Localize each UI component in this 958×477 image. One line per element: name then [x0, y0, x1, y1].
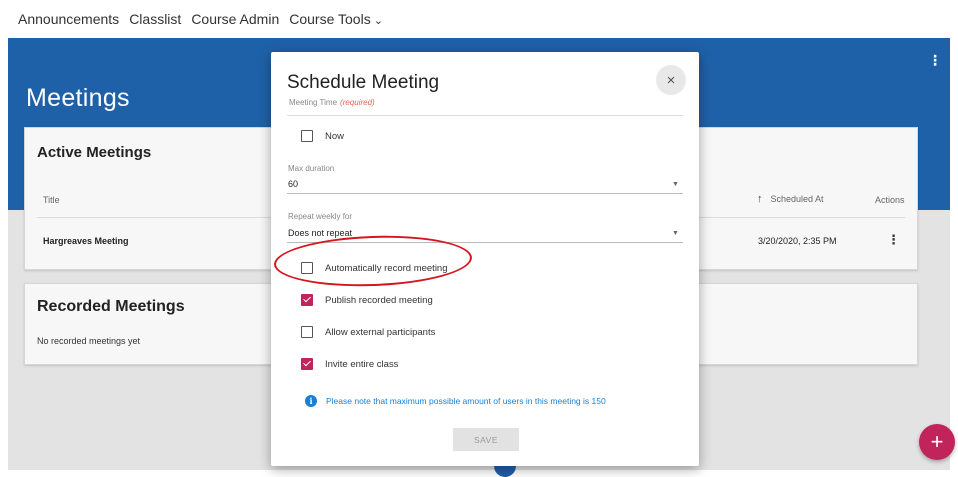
external-participants-label: Allow external participants	[325, 326, 436, 338]
max-duration-label: Max duration	[288, 164, 335, 173]
top-nav: Announcements Classlist Course Admin Cou…	[0, 0, 958, 38]
caret-down-icon[interactable]: ▼	[672, 230, 679, 237]
meeting-time-text: Meeting Time	[289, 98, 338, 107]
active-meetings-title: Active Meetings	[37, 144, 152, 161]
add-meeting-button[interactable]: +	[919, 424, 955, 460]
caret-down-icon[interactable]: ▼	[672, 181, 679, 188]
invite-class-checkbox[interactable]	[301, 358, 313, 370]
info-icon: i	[305, 395, 317, 407]
external-participants-checkbox[interactable]	[301, 326, 313, 338]
now-label: Now	[325, 130, 345, 142]
publish-recorded-checkbox[interactable]	[301, 294, 313, 306]
meeting-time-label: Meeting Time (required)	[289, 98, 375, 107]
repeat-label: Repeat weekly for	[288, 212, 353, 221]
info-note: i Please note that maximum possible amou…	[305, 395, 606, 407]
add-icon: +	[930, 429, 944, 454]
max-duration-underline	[287, 193, 683, 194]
meeting-row-scheduled-at: 3/20/2020, 2:35 PM	[758, 236, 837, 246]
now-option[interactable]: Now	[301, 130, 344, 142]
nav-item-course-tools-label: Course Tools	[289, 11, 371, 27]
invite-class-label: Invite entire class	[325, 358, 399, 370]
arrow-up-icon: ↑	[757, 193, 763, 205]
more-vert-icon[interactable]: ⋮	[887, 232, 900, 248]
nav-item-classlist[interactable]: Classlist	[129, 11, 181, 27]
now-checkbox[interactable]	[301, 130, 313, 142]
close-button[interactable]: ×	[656, 65, 686, 95]
nav-item-announcements[interactable]: Announcements	[18, 11, 119, 27]
column-header-scheduled-at[interactable]: ↑ Scheduled At	[757, 193, 824, 205]
more-vert-icon[interactable]: ⋮	[928, 52, 942, 69]
recorded-meetings-title: Recorded Meetings	[37, 298, 185, 315]
required-indicator: (required)	[340, 98, 375, 107]
max-duration-select[interactable]: 60	[288, 179, 298, 189]
page-title: Meetings	[26, 84, 130, 112]
invite-class-option[interactable]: Invite entire class	[301, 358, 398, 370]
divider	[287, 115, 683, 116]
nav-item-course-admin[interactable]: Course Admin	[191, 11, 279, 27]
repeat-select[interactable]: Does not repeat	[288, 228, 352, 238]
close-icon: ×	[666, 71, 676, 89]
dialog-title: Schedule Meeting	[287, 72, 440, 93]
recorded-empty-message: No recorded meetings yet	[37, 336, 141, 346]
column-header-scheduled-at-label: Scheduled At	[770, 194, 824, 204]
publish-recorded-option[interactable]: Publish recorded meeting	[301, 294, 433, 306]
column-header-actions: Actions	[875, 195, 905, 205]
publish-recorded-label: Publish recorded meeting	[325, 294, 433, 306]
save-button[interactable]: SAVE	[453, 428, 519, 451]
column-header-title[interactable]: Title	[43, 195, 60, 205]
meeting-row-title[interactable]: Hargreaves Meeting	[43, 236, 129, 246]
info-text: Please note that maximum possible amount…	[326, 396, 606, 406]
nav-item-course-tools[interactable]: Course Tools ⌄	[289, 11, 383, 27]
external-participants-option[interactable]: Allow external participants	[301, 326, 435, 338]
chevron-down-icon: ⌄	[373, 15, 383, 27]
